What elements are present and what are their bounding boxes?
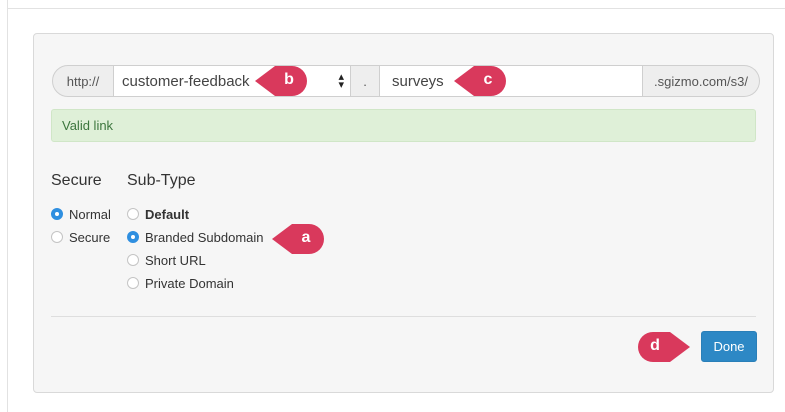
radio-button[interactable] [127, 277, 139, 289]
secure-option-normal[interactable]: Normal [51, 206, 111, 222]
subtype-heading: Sub-Type [127, 172, 196, 189]
validation-message: Valid link [62, 118, 114, 133]
url-builder: http:// customer-feedback ▴ ▾ . surveys .… [52, 65, 760, 97]
subtype-option-default[interactable]: Default [127, 206, 189, 222]
marker-a-letter: a [301, 229, 311, 246]
protocol-addon: http:// [52, 65, 114, 97]
radio-button[interactable] [127, 254, 139, 266]
domain-suffix-addon: .sgizmo.com/s3/ [643, 65, 760, 97]
done-button[interactable]: Done [701, 331, 757, 362]
validation-alert: Valid link [51, 109, 756, 142]
marker-b-letter: b [284, 71, 294, 88]
radio-button[interactable] [127, 208, 139, 220]
path-input-value: surveys [392, 72, 444, 90]
secure-heading: Secure [51, 172, 102, 189]
annotation-marker-b: b [253, 64, 309, 98]
annotation-marker-d: d [636, 330, 692, 364]
dot-separator: . [351, 65, 380, 97]
annotation-marker-c: c [452, 64, 508, 98]
radio-label: Branded Subdomain [145, 229, 264, 245]
done-button-label: Done [713, 339, 745, 354]
select-arrows-icon: ▴ ▾ [338, 71, 344, 91]
subdomain-select[interactable]: customer-feedback ▴ ▾ [114, 65, 351, 97]
marker-c-letter: c [483, 71, 493, 88]
subtype-option-short-url[interactable]: Short URL [127, 252, 206, 268]
radio-label: Secure [69, 229, 111, 245]
subdomain-select-value: customer-feedback [122, 72, 250, 90]
radio-button[interactable] [127, 231, 139, 243]
subtype-option-private-domain[interactable]: Private Domain [127, 275, 234, 291]
marker-d-letter: d [650, 337, 660, 354]
radio-button[interactable] [51, 231, 63, 243]
top-border [7, 8, 785, 9]
footer-divider [51, 316, 756, 317]
subtype-option-branded-subdomain[interactable]: Branded Subdomain [127, 229, 264, 245]
radio-label: Default [145, 206, 190, 222]
path-input[interactable]: surveys [380, 65, 643, 97]
radio-label: Short URL [145, 252, 206, 268]
radio-label: Private Domain [145, 275, 234, 291]
annotation-marker-a: a [270, 222, 326, 256]
radio-label: Normal [69, 206, 111, 222]
radio-button[interactable] [51, 208, 63, 220]
secure-option-secure[interactable]: Secure [51, 229, 110, 245]
